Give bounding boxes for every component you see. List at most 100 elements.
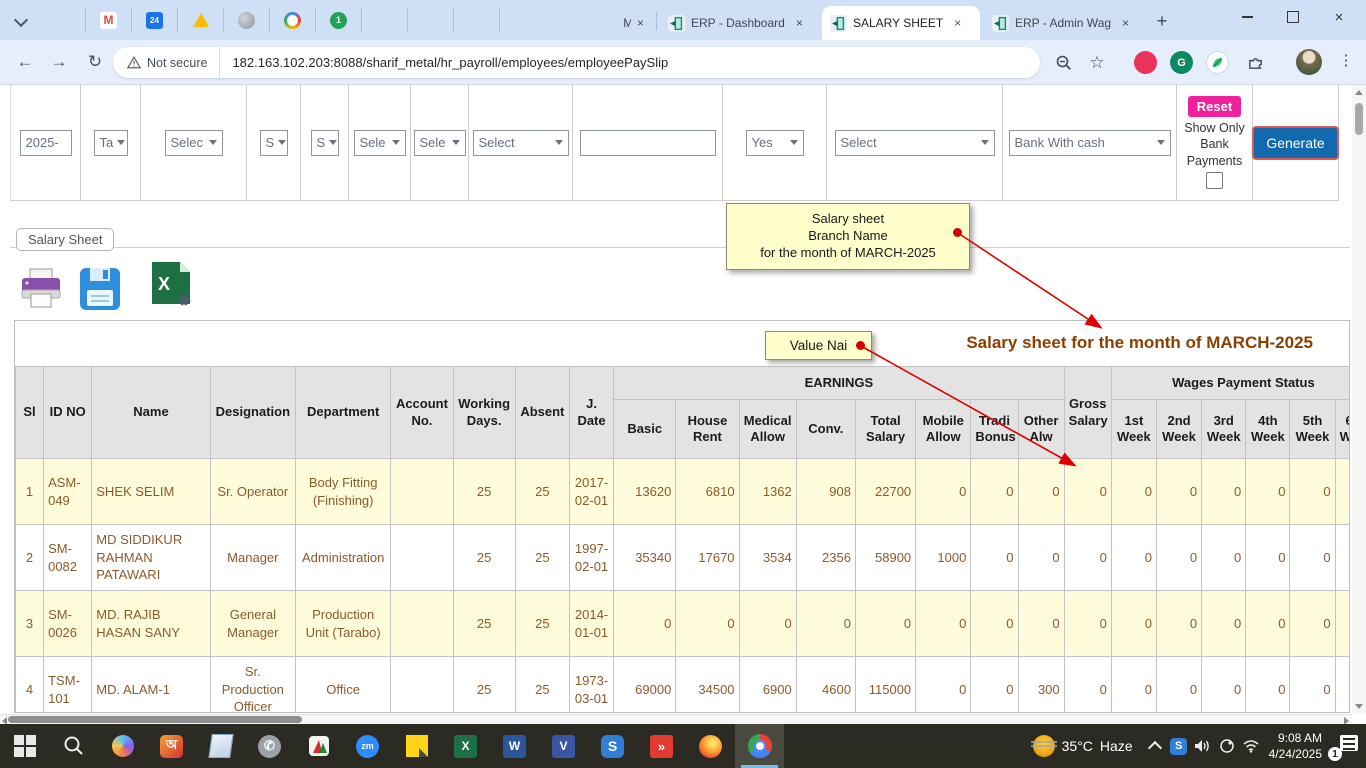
- new-tab-button[interactable]: +: [1150, 9, 1174, 33]
- scroll-down-icon[interactable]: [1355, 704, 1363, 709]
- forward-button[interactable]: →: [44, 47, 74, 77]
- taskbar-notepad-button[interactable]: [196, 724, 245, 768]
- extension-red-icon[interactable]: [1134, 51, 1157, 74]
- tray-volume[interactable]: [1191, 724, 1215, 768]
- close-tab-icon[interactable]: ×: [949, 15, 966, 32]
- filter-select-6[interactable]: Select: [473, 130, 569, 156]
- taskbar-stickynotes-button[interactable]: [392, 724, 441, 768]
- taskbar-firefox-button[interactable]: [686, 724, 735, 768]
- pinned-tab-badge[interactable]: 1: [316, 7, 362, 33]
- maximize-button[interactable]: [1270, 0, 1316, 34]
- horizontal-scroll-thumb[interactable]: [8, 716, 302, 723]
- menu-kebab-icon[interactable]: ⋮: [1338, 51, 1354, 69]
- taskbar-word-button[interactable]: W: [490, 724, 539, 768]
- taskbar-whatsapp-button[interactable]: ✆: [245, 724, 294, 768]
- generate-button[interactable]: Generate: [1252, 126, 1338, 160]
- taskbar-photos-button[interactable]: [294, 724, 343, 768]
- pinned-tab-sheets[interactable]: [40, 7, 86, 33]
- chevron-down-icon: [981, 140, 989, 145]
- extension-leaf-icon[interactable]: [1206, 51, 1229, 74]
- back-button[interactable]: ←: [10, 47, 40, 77]
- table-cell: 0: [1111, 459, 1156, 525]
- table-cell: 25: [453, 525, 515, 591]
- security-chip[interactable]: Not secure: [113, 47, 220, 78]
- taskbar-copilot-button[interactable]: [98, 724, 147, 768]
- tab-search-button[interactable]: [8, 8, 34, 34]
- tab-md-hafij[interactable]: MD. Hafij - Goog ×: [492, 6, 652, 40]
- close-tab-icon[interactable]: ×: [637, 15, 644, 32]
- address-bar[interactable]: Not secure 182.163.102.203:8088/sharif_m…: [113, 47, 1040, 78]
- close-window-button[interactable]: ×: [1316, 0, 1362, 34]
- close-tab-icon[interactable]: ×: [1117, 15, 1134, 32]
- extensions-puzzle-icon[interactable]: [1244, 51, 1267, 74]
- pinned-tab-sheets-3[interactable]: [408, 7, 454, 33]
- tray-chevron-up[interactable]: [1143, 724, 1167, 768]
- vertical-scroll-thumb[interactable]: [1355, 103, 1363, 135]
- filter-select-3[interactable]: S: [311, 130, 339, 156]
- pinned-tab-drive[interactable]: [178, 7, 224, 33]
- taskbar-excel-button[interactable]: X: [441, 724, 490, 768]
- table-cell: 0: [1156, 657, 1201, 714]
- branch-select[interactable]: Ta: [94, 130, 128, 156]
- taskbar-chrome-button[interactable]: [735, 724, 784, 768]
- scroll-up-icon[interactable]: [1355, 90, 1363, 95]
- tab-erp-dashboard[interactable]: ERP - Dashboard ×: [660, 6, 818, 40]
- pinned-tab-calendar[interactable]: 24: [132, 7, 178, 33]
- table-cell: 13620: [614, 459, 676, 525]
- week-column-header: 1st Week: [1111, 400, 1156, 459]
- reset-button[interactable]: Reset: [1188, 96, 1241, 117]
- vertical-scrollbar[interactable]: [1352, 85, 1366, 714]
- minimize-button[interactable]: [1224, 0, 1270, 34]
- pinned-tab-globe[interactable]: [224, 7, 270, 33]
- month-input[interactable]: [20, 130, 72, 156]
- filter-text-input[interactable]: [580, 130, 716, 156]
- table-cell: 22700: [855, 459, 915, 525]
- weather-widget[interactable]: 35°C Haze: [1033, 735, 1133, 757]
- filter-select-2[interactable]: S: [260, 130, 288, 156]
- save-button[interactable]: [78, 266, 122, 317]
- taskbar-clock[interactable]: 9:08 AM 4/24/2025: [1269, 730, 1322, 762]
- filter-select-7[interactable]: Select: [835, 130, 995, 156]
- bookmark-star-icon[interactable]: ☆: [1086, 52, 1108, 74]
- whatsapp-icon: ✆: [258, 735, 281, 758]
- taskbar-redapp-button[interactable]: »: [637, 724, 686, 768]
- grammarly-icon[interactable]: G: [1170, 51, 1193, 74]
- excel-export-button[interactable]: X: [148, 260, 196, 317]
- taskbar-avro-button[interactable]: অ: [147, 724, 196, 768]
- table-cell: 0: [1246, 657, 1290, 714]
- haze-weather-icon: [1033, 735, 1055, 757]
- close-tab-icon[interactable]: ×: [791, 15, 808, 32]
- circle-app-icon: [1219, 738, 1235, 754]
- reload-button[interactable]: ↻: [80, 47, 110, 77]
- week-column-header: 6th Week: [1335, 400, 1350, 459]
- tray-skype[interactable]: S: [1167, 724, 1191, 768]
- pinned-tab-sheets-2[interactable]: [362, 7, 408, 33]
- taskbar-visio-button[interactable]: V: [539, 724, 588, 768]
- payment-type-select[interactable]: Bank With cash: [1009, 130, 1171, 156]
- tray-app-circle[interactable]: [1215, 724, 1239, 768]
- scroll-left-icon[interactable]: [2, 717, 7, 724]
- filter-select-5[interactable]: Sele: [414, 130, 466, 156]
- tab-erp-admin[interactable]: ERP - Admin Wag ×: [984, 6, 1142, 40]
- taskbar-zoom-button[interactable]: zm: [343, 724, 392, 768]
- show-only-bank-checkbox[interactable]: [1206, 172, 1223, 189]
- pinned-tab-gmail[interactable]: M: [86, 7, 132, 33]
- taskbar-search-button[interactable]: [49, 724, 98, 768]
- tab-salary-sheet-active[interactable]: SALARY SHEET ×: [822, 6, 980, 40]
- table-cell: 25: [515, 525, 569, 591]
- pinned-tab-app[interactable]: [270, 7, 316, 33]
- zoom-indicator-icon[interactable]: [1053, 52, 1075, 74]
- yes-no-select[interactable]: Yes: [746, 130, 804, 156]
- filter-select-4[interactable]: Sele: [354, 130, 406, 156]
- start-button[interactable]: [0, 724, 49, 768]
- chevron-down-icon: [278, 140, 286, 145]
- filter-select-1[interactable]: Selec: [165, 130, 223, 156]
- print-button[interactable]: [18, 266, 64, 317]
- tray-network[interactable]: [1239, 724, 1263, 768]
- screen: M 24 1 MD. Hafij - Goog × ERP - Dashboar…: [0, 0, 1366, 768]
- horizontal-scrollbar[interactable]: [0, 714, 1352, 724]
- profile-avatar[interactable]: [1296, 49, 1322, 75]
- taskbar-skype-button[interactable]: S: [588, 724, 637, 768]
- notification-center-button[interactable]: 1: [1332, 733, 1358, 759]
- scroll-right-icon[interactable]: [1344, 717, 1349, 724]
